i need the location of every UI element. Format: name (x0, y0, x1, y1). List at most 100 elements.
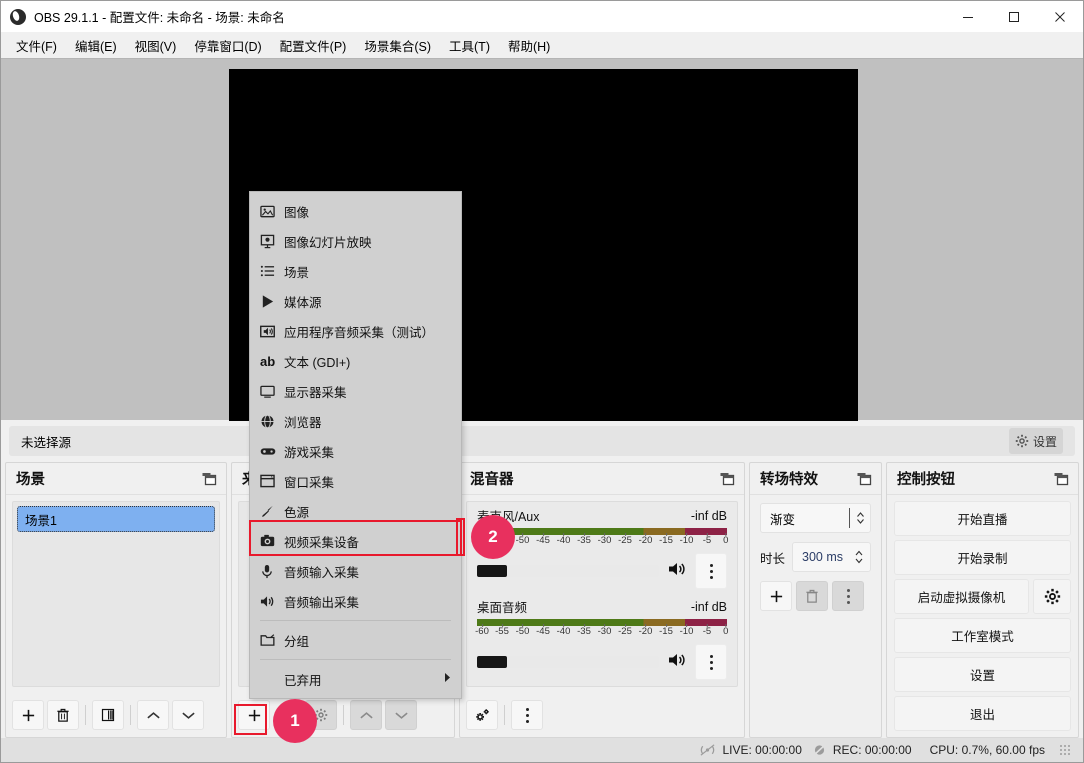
menu-profile[interactable]: 配置文件(P) (271, 33, 356, 58)
mixer-tick: -45 (536, 533, 550, 546)
mixer-mute-button[interactable] (667, 560, 687, 583)
mixer-advanced-audio-button[interactable] (466, 700, 498, 730)
menu-item-application-audio-capture[interactable]: 应用程序音频采集（测试） (250, 316, 461, 346)
menu-item-label: 图像幻灯片放映 (284, 235, 372, 250)
menu-tools[interactable]: 工具(T) (440, 33, 499, 58)
menu-item-group[interactable]: 分组 (250, 625, 461, 655)
menu-item-audio-input-capture[interactable]: 音频输入采集 (250, 556, 461, 586)
mixer-level-meter (477, 619, 727, 626)
menu-edit[interactable]: 编辑(E) (66, 33, 126, 58)
preview-area[interactable] (1, 58, 1083, 421)
source-move-up-button[interactable] (350, 700, 382, 730)
chevron-up-icon (146, 711, 160, 718)
mixer-tick: -10 (679, 624, 694, 637)
plus-icon (770, 590, 782, 602)
transition-properties-button[interactable] (832, 581, 864, 611)
mixer-tick: -20 (638, 624, 653, 637)
folder-icon (260, 633, 284, 647)
mixer-menu-button[interactable] (511, 700, 543, 730)
transition-remove-button[interactable] (796, 581, 828, 611)
source-settings-button[interactable]: 设置 (1008, 428, 1063, 454)
menu-view[interactable]: 视图(V) (126, 33, 186, 58)
mixer-track-menu-button[interactable] (695, 553, 727, 589)
scene-move-up-button[interactable] (137, 700, 169, 730)
menu-item-label: 音频输出采集 (284, 595, 360, 610)
menu-docks[interactable]: 停靠窗口(D) (185, 33, 270, 58)
obs-logo-icon (10, 8, 26, 25)
minimize-button[interactable] (945, 1, 991, 32)
trash-icon (57, 708, 69, 722)
scene-remove-button[interactable] (47, 700, 79, 730)
mixer-mute-button[interactable] (667, 651, 687, 674)
menu-help[interactable]: 帮助(H) (499, 33, 559, 58)
settings-button[interactable]: 设置 (894, 657, 1071, 692)
menu-item-deprecated[interactable]: 已弃用 (250, 664, 461, 694)
source-toolbar-separator (343, 705, 344, 725)
scenes-undock-icon[interactable] (201, 472, 217, 486)
resize-grip[interactable] (1059, 744, 1071, 756)
menu-item-browser[interactable]: 浏览器 (250, 406, 461, 436)
menu-item-text-gdi[interactable]: ab 文本 (GDI+) (250, 346, 461, 376)
chevron-updown-icon[interactable] (849, 508, 870, 528)
transition-add-button[interactable] (760, 581, 792, 611)
mixer-tick: -50 (515, 624, 530, 637)
transition-selected-label: 渐变 (770, 512, 796, 527)
menu-item-window-capture[interactable]: x 窗口采集 (250, 466, 461, 496)
menu-item-image[interactable]: 图像 (250, 196, 461, 226)
menu-item-image-slideshow[interactable]: 图像幻灯片放映 (250, 226, 461, 256)
mixer-track-menu-button[interactable] (695, 644, 727, 680)
scene-filters-button[interactable] (92, 700, 124, 730)
menu-item-game-capture[interactable]: 游戏采集 (250, 436, 461, 466)
window-icon: x (260, 474, 284, 488)
mixer-volume-handle[interactable] (477, 565, 507, 577)
menu-item-scene[interactable]: 场景 (250, 256, 461, 286)
trash-icon (806, 589, 818, 603)
menu-scene-collection[interactable]: 场景集合(S) (355, 33, 440, 58)
exit-button[interactable]: 退出 (894, 696, 1071, 731)
mixer-volume-handle[interactable] (477, 656, 507, 668)
scenes-header: 场景 (6, 463, 226, 495)
virtual-camera-settings-button[interactable] (1033, 579, 1071, 614)
mixer-tick: -15 (659, 624, 673, 637)
menu-item-video-capture-device[interactable]: 视频采集设备 (250, 526, 461, 556)
transition-select[interactable]: 渐变 (760, 503, 871, 533)
controls-body: 开始直播 开始录制 启动虚拟摄像机 工作室模式 设置 退出 (887, 495, 1078, 737)
mixer-tick: -30 (597, 533, 612, 546)
controls-undock-icon[interactable] (1053, 472, 1069, 486)
scenes-list[interactable]: 场景1 (12, 501, 220, 687)
spinner-arrows-icon[interactable] (848, 549, 870, 565)
add-source-context-menu[interactable]: 图像 图像幻灯片放映 场景 媒体源 应用程序音频采集（测试） ab 文本 (GD… (249, 191, 462, 699)
scene-add-button[interactable] (12, 700, 44, 730)
start-recording-button[interactable]: 开始录制 (894, 540, 1071, 575)
menu-item-color-source[interactable]: 色源 (250, 496, 461, 526)
source-add-button[interactable] (238, 700, 270, 730)
live-timer-label: LIVE: 00:00:00 (722, 743, 802, 757)
scene-list-item[interactable]: 场景1 (17, 506, 215, 532)
start-streaming-button[interactable]: 开始直播 (894, 501, 1071, 536)
transitions-header: 转场特效 (750, 463, 881, 495)
studio-mode-button[interactable]: 工作室模式 (894, 618, 1071, 653)
mixer-tick: -25 (618, 533, 632, 546)
menu-item-label: 显示器采集 (284, 385, 347, 400)
mixer-volume-slider[interactable] (477, 656, 659, 668)
scene-move-down-button[interactable] (172, 700, 204, 730)
menu-item-audio-output-capture[interactable]: 音频输出采集 (250, 586, 461, 616)
menu-item-media-source[interactable]: 媒体源 (250, 286, 461, 316)
source-move-down-button[interactable] (385, 700, 417, 730)
transitions-undock-icon[interactable] (856, 472, 872, 486)
camera-icon (260, 534, 284, 548)
mixer-tick: 0 (723, 533, 729, 546)
start-virtual-camera-button[interactable]: 启动虚拟摄像机 (894, 579, 1029, 614)
menu-file[interactable]: 文件(F) (7, 33, 66, 58)
transition-duration-input[interactable]: 300 ms (792, 542, 871, 572)
mixer-undock-icon[interactable] (719, 472, 735, 486)
scene-toolbar-separator (85, 705, 86, 725)
close-button[interactable] (1037, 1, 1083, 32)
mixer-track-name: 桌面音频 (477, 601, 528, 615)
annotation-badge-1: 1 (273, 699, 317, 743)
menu-separator (260, 659, 451, 660)
mixer-volume-slider[interactable] (477, 565, 659, 577)
plus-icon (22, 709, 34, 721)
menu-item-display-capture[interactable]: 显示器采集 (250, 376, 461, 406)
maximize-button[interactable] (991, 1, 1037, 32)
